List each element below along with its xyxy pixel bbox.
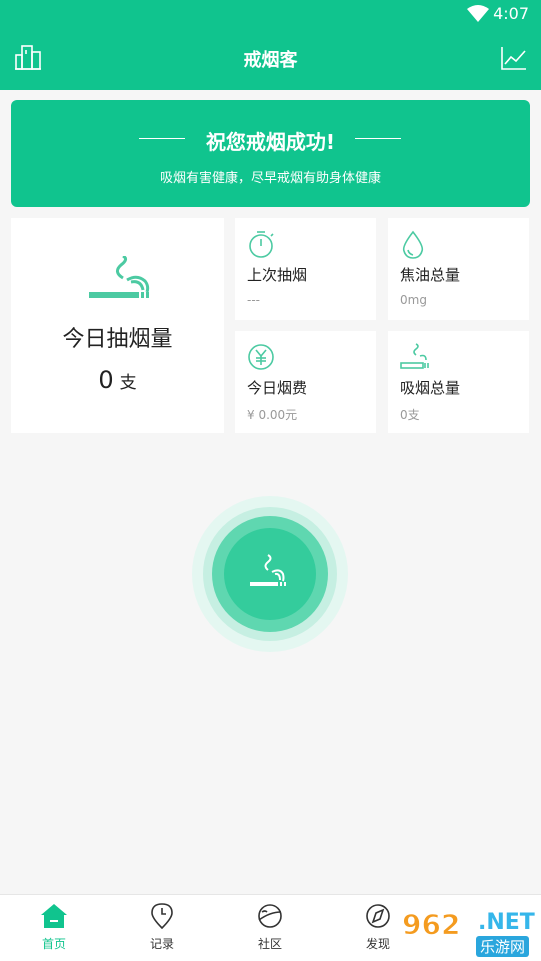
planet-icon [258,904,282,928]
stat-last-smoke[interactable]: 上次抽烟 --- [235,218,376,320]
location-pin-icon [151,903,173,930]
watermark-number: 962 [401,908,461,942]
stat-value: --- [247,293,260,307]
banner-subtitle: 吸烟有害健康，尽早戒烟有助身体健康 [159,171,381,186]
tab-label: 记录 [149,937,174,951]
trend-chart-icon[interactable] [501,46,527,70]
stat-today-cost[interactable]: 今日烟费 ¥ 0.00元 [235,331,376,433]
home-icon [41,904,67,928]
stat-value: 0支 [400,408,420,422]
cigarette-icon [89,256,150,298]
tab-label: 社区 [257,937,282,951]
droplet-icon [402,230,424,259]
yen-icon [248,344,274,370]
today-count: 0 [98,366,114,394]
stat-smoking-total[interactable]: 吸烟总量 0支 [388,331,529,433]
watermark-logo: 962 .NET 乐游网 [401,908,536,958]
compass-icon [366,904,390,928]
page-title: 戒烟客 [243,50,298,71]
stat-label: 焦油总量 [400,266,461,284]
today-label: 今日抽烟量 [62,327,173,352]
banner-line-right [355,138,401,139]
wifi-icon [467,5,489,22]
stat-label: 今日烟费 [247,379,308,397]
tab-records[interactable]: 记录 [122,903,202,952]
watermark-sub: 乐游网 [476,936,530,957]
tab-label: 首页 [41,937,66,951]
app-bar: 4:07 戒烟客 [0,0,541,90]
stat-tar-total[interactable]: 焦油总量 0mg [388,218,529,320]
stat-value: 0mg [400,293,427,307]
today-smoking-card[interactable]: 今日抽烟量 0支 [11,218,224,433]
status-time: 4:07 [493,4,529,23]
stopwatch-icon [249,231,274,258]
tab-home[interactable]: 首页 [14,903,94,952]
stat-label: 吸烟总量 [400,379,461,397]
banner-headline: 祝您戒烟成功! [205,130,336,154]
success-banner: 祝您戒烟成功! 吸烟有害健康，尽早戒烟有助身体健康 [11,100,530,207]
record-smoke-button[interactable] [192,496,348,652]
cigarette-icon [400,343,429,369]
tab-community[interactable]: 社区 [230,903,310,952]
today-value: 0支 [11,366,224,394]
watermark-net: .NET [478,910,535,935]
cigarette-icon [250,554,286,586]
stat-label: 上次抽烟 [247,266,308,284]
stat-value: ¥ 0.00元 [247,408,298,422]
today-unit: 支 [119,373,137,393]
